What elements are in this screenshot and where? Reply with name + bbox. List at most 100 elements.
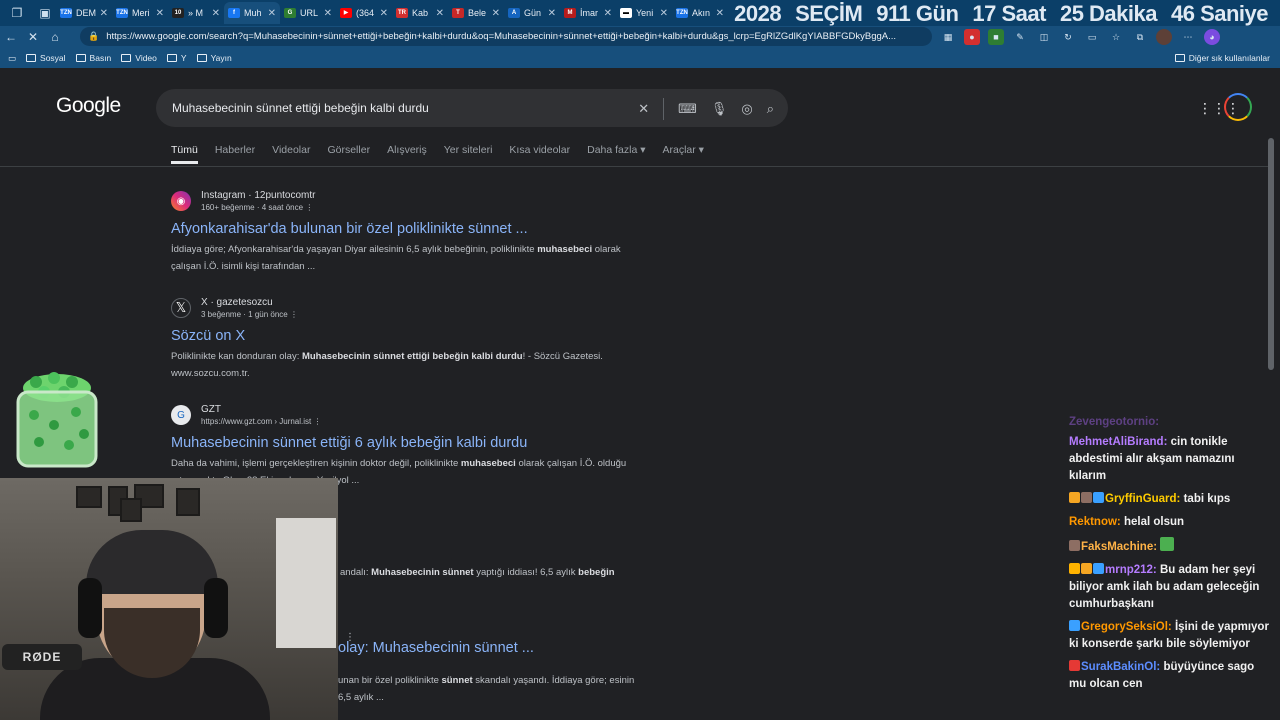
streamer-beanie [86, 530, 218, 594]
browser-tab[interactable]: TZN DEM ✕ [56, 2, 112, 24]
chat-username[interactable]: MehmetAliBirand: [1069, 436, 1167, 448]
tab-actions-icon[interactable]: ▣ [34, 2, 56, 24]
tab-title: Kab [412, 8, 429, 18]
chat-username[interactable]: GregorySeksiOl: [1081, 621, 1172, 633]
browser-tab[interactable]: ▬ Yeni ✕ [616, 2, 672, 24]
tab-close-icon[interactable]: ✕ [212, 8, 220, 19]
bookmarks-menu-icon[interactable]: ▭ [8, 53, 16, 64]
tab-close-icon[interactable]: ✕ [492, 8, 500, 19]
election-countdown: 2028 SEÇİM 911 Gün 17 Saat 25 Dakika 46 … [726, 0, 1280, 28]
browser-tab[interactable]: G URL ✕ [280, 2, 336, 24]
result-title-link[interactable]: olay: Muhasebecinin sünnet ... [338, 640, 534, 656]
search-icon[interactable]: ⌕ [767, 101, 774, 117]
extension-icon[interactable]: ● [964, 29, 980, 45]
other-bookmarks[interactable]: Diğer sık kullanılanlar [1174, 53, 1270, 63]
search-tab[interactable]: Haberler [215, 144, 255, 164]
extension-icon[interactable]: ◫ [1036, 29, 1052, 45]
browser-tab[interactable]: TR Kab ✕ [392, 2, 448, 24]
collections-icon[interactable]: ⧉ [1132, 29, 1148, 45]
browser-tab[interactable]: ▶ (364 ✕ [336, 2, 392, 24]
tab-close-icon[interactable]: ✕ [268, 8, 276, 19]
tab-close-icon[interactable]: ✕ [156, 8, 164, 19]
bookmark-folder[interactable]: Y [166, 53, 187, 63]
google-logo[interactable]: Google [56, 94, 121, 118]
extension-icon[interactable]: ▦ [940, 29, 956, 45]
search-tab[interactable]: Tümü [171, 144, 198, 164]
search-tab[interactable]: Kısa videolar [509, 144, 570, 164]
bookmark-label: Basın [89, 53, 112, 63]
browser-tab[interactable]: f Muh ✕ [224, 2, 280, 24]
browser-tab[interactable]: T Bele ✕ [448, 2, 504, 24]
search-tab[interactable]: Daha fazla ▾ [587, 144, 645, 164]
tab-close-icon[interactable]: ✕ [716, 8, 724, 19]
chat-message: GregorySeksiOl: İşini de yapmıyor ki kon… [1069, 619, 1274, 653]
extension-icon[interactable]: ■ [988, 29, 1004, 45]
site-info-icon[interactable]: 🔒 [88, 31, 99, 42]
favorites-icon[interactable]: ☆ [1108, 29, 1124, 45]
tab-close-icon[interactable]: ✕ [436, 8, 444, 19]
more-options-icon[interactable]: ⋮ [314, 417, 322, 426]
more-options-icon[interactable]: ⋮ [290, 310, 298, 319]
refresh-extension-icon[interactable]: ↻ [1060, 29, 1076, 45]
clear-icon[interactable]: ✕ [638, 101, 649, 117]
tab-favicon: ▶ [340, 8, 352, 18]
bookmark-label: Video [135, 53, 157, 63]
browser-tab[interactable]: A Gün ✕ [504, 2, 560, 24]
split-screen-icon[interactable]: ▭ [1084, 29, 1100, 45]
browser-tab[interactable]: 10 » M ✕ [168, 2, 224, 24]
bookmark-label: Yayın [210, 53, 232, 63]
tab-close-icon[interactable]: ✕ [548, 8, 556, 19]
search-tab[interactable]: Görseller [327, 144, 370, 164]
address-bar[interactable]: 🔒 https://www.google.com/search?q=Muhase… [80, 27, 932, 46]
search-input[interactable]: Muhasebecinin sünnet ettiği bebeğin kalb… [156, 89, 788, 127]
chat-username[interactable]: SurakBakinOl: [1081, 661, 1160, 673]
chat-username[interactable]: mrnp212: [1105, 564, 1157, 576]
browser-tab[interactable]: TZN Meri ✕ [112, 2, 168, 24]
profile-avatar[interactable] [1156, 29, 1172, 45]
search-tab[interactable]: Videolar [272, 144, 310, 164]
tab-close-icon[interactable]: ✕ [380, 8, 388, 19]
meta-text: https://www.gzt.com › Jurnal.ist [201, 417, 312, 426]
account-avatar[interactable] [1224, 93, 1252, 121]
more-options-icon[interactable]: ⋮ [305, 203, 313, 212]
reload-stop-icon[interactable]: ✕ [22, 30, 44, 44]
tab-close-icon[interactable]: ✕ [100, 8, 108, 19]
bookmark-folder[interactable]: Sosyal [26, 53, 66, 63]
lens-icon[interactable]: ◎ [741, 101, 752, 117]
bookmark-folder[interactable]: Video [121, 53, 157, 63]
bookmark-folder[interactable]: Yayın [196, 53, 232, 63]
search-tab[interactable]: Alışveriş [387, 144, 427, 164]
chat-message: Zevengeotornio: [1069, 414, 1274, 428]
tab-close-icon[interactable]: ✕ [604, 8, 612, 19]
tab-close-icon[interactable]: ✕ [324, 8, 332, 19]
tab-close-icon[interactable]: ✕ [660, 8, 668, 19]
search-tab[interactable]: Araçlar ▾ [663, 144, 704, 164]
divider [663, 98, 665, 120]
chat-username[interactable]: Rektnow: [1069, 516, 1121, 528]
workspaces-icon[interactable]: ❐ [6, 2, 28, 24]
bookmark-folder[interactable]: Basın [75, 53, 112, 63]
extension-icon[interactable]: ✎ [1012, 29, 1028, 45]
more-menu-icon[interactable]: ⋯ [1180, 29, 1196, 45]
browser-tab[interactable]: TZN Akın ✕ [672, 2, 728, 24]
result-title-link[interactable]: Sözcü on X [171, 328, 651, 344]
browser-tab[interactable]: M İmar ✕ [560, 2, 616, 24]
copilot-icon[interactable]: ◕ [1204, 29, 1220, 45]
countdown-minutes: 25 Dakika [1059, 1, 1158, 26]
back-icon[interactable]: ← [0, 30, 22, 44]
home-icon[interactable]: ⌂ [44, 30, 66, 44]
chat-username[interactable]: Zevengeotornio: [1069, 416, 1159, 428]
search-tab[interactable]: Yer siteleri [444, 144, 493, 164]
countdown-days: 911 Gün [876, 1, 959, 26]
microphone-icon[interactable]: 🎙 [711, 101, 728, 117]
folder-icon [26, 54, 37, 62]
chat-username[interactable]: GryffinGuard: [1105, 493, 1180, 505]
scrollbar[interactable] [1268, 138, 1274, 370]
extensions-bar: ▦ ● ■ ✎ ◫ ↻ ▭ ☆ ⧉ ⋯ ◕ [940, 29, 1220, 45]
keyboard-icon[interactable]: ⌨ [678, 101, 697, 117]
wall-frame [76, 486, 102, 508]
chat-username[interactable]: FaksMachine: [1081, 541, 1157, 553]
result-title-link[interactable]: Muhasebecinin sünnet ettiği 6 aylık bebe… [171, 435, 651, 451]
result-title-link[interactable]: Afyonkarahisar'da bulunan bir özel polik… [171, 221, 651, 237]
chat-text: tabi kıps [1183, 493, 1231, 505]
